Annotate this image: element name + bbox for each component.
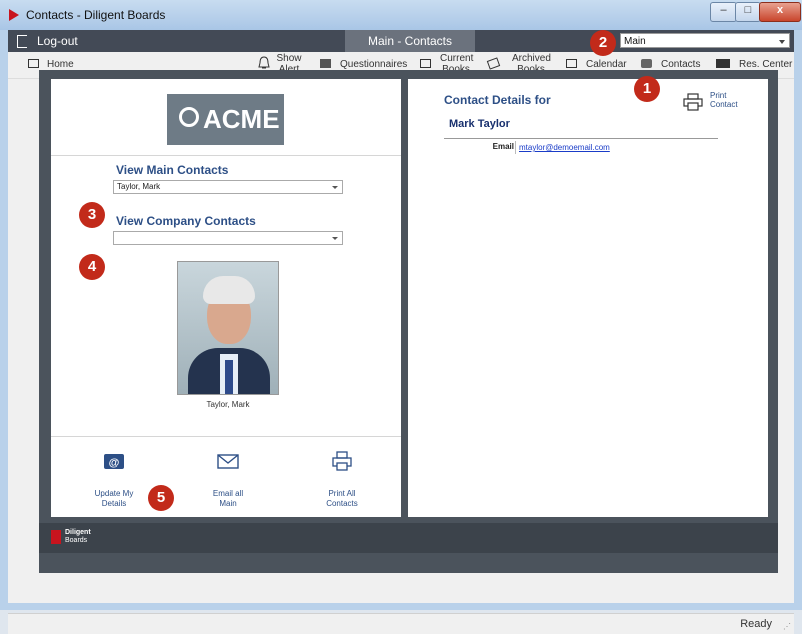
tab-main-contacts[interactable]: Main - Contacts bbox=[345, 30, 475, 52]
printer-icon bbox=[683, 93, 703, 111]
status-bar: Ready ⋰ bbox=[8, 613, 794, 634]
photo-caption: Taylor, Mark bbox=[206, 400, 250, 409]
res-center-label: Res. Center bbox=[739, 59, 793, 70]
app-window: Contacts - Diligent Boards – □ x Log-out… bbox=[0, 0, 802, 634]
view-company-contacts-heading: View Company Contacts bbox=[116, 214, 256, 228]
chevron-down-icon bbox=[332, 237, 338, 240]
nav-bar: Log-out Main - Contacts Main bbox=[8, 30, 794, 52]
footer-brand: Diligent Boards bbox=[65, 529, 91, 544]
callout-badge: 5 bbox=[148, 485, 174, 511]
svg-text:@: @ bbox=[109, 457, 120, 469]
questionnaires-label: Questionnaires bbox=[340, 59, 408, 70]
contacts-left-panel: ACME View Main Contacts Taylor, Mark Vie… bbox=[51, 79, 401, 517]
divider bbox=[51, 155, 401, 156]
resize-grip-icon[interactable]: ⋰ bbox=[783, 622, 791, 631]
diligent-logo-icon bbox=[9, 9, 19, 21]
maximize-icon: □ bbox=[744, 4, 752, 16]
callout-badge: 4 bbox=[79, 254, 105, 280]
print-all-contacts-button[interactable]: Print All Contacts bbox=[297, 451, 387, 508]
bell-icon bbox=[258, 56, 270, 69]
print-contact-label: Print Contact bbox=[710, 91, 738, 109]
checkbox-icon bbox=[320, 59, 331, 68]
print-contact-button[interactable]: Print Contact bbox=[683, 91, 753, 115]
window-title: Contacts - Diligent Boards bbox=[26, 8, 166, 22]
divider bbox=[444, 138, 718, 139]
client-area: Log-out Main - Contacts Main Home ShowAl… bbox=[8, 30, 794, 634]
update-my-details-label: Update My Details bbox=[94, 489, 134, 508]
book-select-value: Main bbox=[624, 36, 646, 47]
divider bbox=[515, 141, 516, 154]
contacts-label: Contacts bbox=[661, 59, 701, 70]
email-link[interactable]: mtaylor@demoemail.com bbox=[519, 143, 610, 152]
printer-icon bbox=[332, 451, 352, 471]
contact-photo bbox=[177, 261, 279, 395]
maximize-button[interactable]: □ bbox=[735, 2, 761, 22]
title-bar: Contacts - Diligent Boards – □ x bbox=[0, 0, 802, 30]
email-all-label: Email all Main bbox=[212, 489, 244, 508]
update-my-details-button[interactable]: @ Update My Details bbox=[69, 451, 159, 508]
contact-name: Mark Taylor bbox=[449, 118, 510, 130]
minimize-button[interactable]: – bbox=[710, 2, 737, 22]
callout-badge: 1 bbox=[634, 76, 660, 102]
view-main-contacts-heading: View Main Contacts bbox=[116, 163, 229, 177]
email-label: Email bbox=[492, 142, 514, 151]
callout-badge: 2 bbox=[590, 30, 616, 56]
chevron-down-icon bbox=[779, 40, 785, 44]
diligent-logo-icon bbox=[51, 530, 61, 544]
close-icon: x bbox=[776, 4, 784, 16]
book-icon bbox=[420, 59, 431, 68]
footer-band: Diligent Boards bbox=[39, 523, 778, 553]
email-all-button[interactable]: Email all Main bbox=[183, 451, 273, 508]
status-text: Ready bbox=[740, 618, 772, 630]
logout-label: Log-out bbox=[37, 34, 78, 48]
chevron-down-icon bbox=[332, 186, 338, 189]
acme-logo: ACME bbox=[167, 94, 284, 145]
home-label: Home bbox=[47, 59, 74, 70]
calendar-icon bbox=[566, 59, 577, 68]
envelope-icon bbox=[217, 454, 239, 469]
at-sign-icon: @ bbox=[104, 454, 124, 469]
company-contacts-dropdown[interactable] bbox=[113, 231, 343, 245]
calendar-label: Calendar bbox=[586, 59, 627, 70]
folder-icon bbox=[716, 59, 730, 68]
stack-books-icon bbox=[486, 57, 501, 70]
book-icon bbox=[28, 59, 39, 68]
contact-details-heading: Contact Details for bbox=[444, 93, 551, 107]
divider bbox=[51, 436, 401, 437]
minimize-icon: – bbox=[720, 4, 727, 16]
print-all-contacts-label: Print All Contacts bbox=[326, 489, 358, 508]
main-contacts-dropdown[interactable]: Taylor, Mark bbox=[113, 180, 343, 194]
acme-logo-text: ACME bbox=[203, 104, 280, 134]
contacts-icon bbox=[641, 59, 652, 68]
logout-icon bbox=[17, 35, 27, 48]
close-button[interactable]: x bbox=[759, 2, 801, 22]
contact-details-panel: Contact Details for Print Contact Mark Ta… bbox=[408, 79, 768, 517]
main-contacts-value: Taylor, Mark bbox=[117, 182, 161, 191]
book-select[interactable]: Main bbox=[620, 33, 790, 48]
callout-badge: 3 bbox=[79, 202, 105, 228]
acme-logo-mark bbox=[179, 107, 199, 127]
